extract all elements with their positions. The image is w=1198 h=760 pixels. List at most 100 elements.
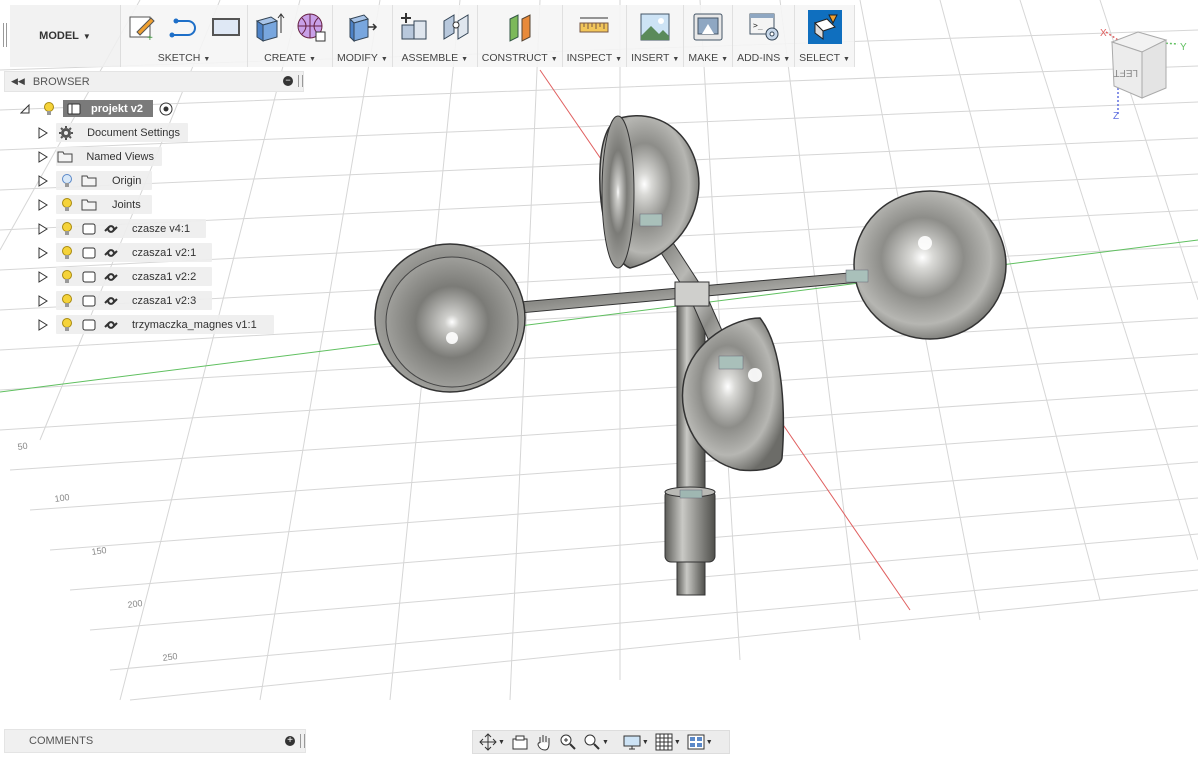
chevron-down-icon: ▼	[82, 31, 91, 41]
tree-row-czasza1-v2-3[interactable]: czasza1 v2:3	[38, 291, 212, 310]
expand-triangle-icon[interactable]	[38, 246, 48, 259]
minimize-icon[interactable]: −	[283, 76, 293, 86]
modify-menu[interactable]: MODIFY ▼	[337, 51, 388, 67]
list-item[interactable]: czasza1 v2:3	[56, 291, 212, 310]
look-at-button[interactable]	[509, 732, 531, 752]
expand-triangle-icon[interactable]	[38, 174, 48, 187]
expand-triangle-icon[interactable]	[38, 270, 48, 283]
list-item[interactable]: czasza1 v2:2	[56, 267, 212, 286]
add-ins-menu[interactable]: ADD-INS ▼	[737, 51, 790, 67]
toolbar-group-select: SELECT ▼	[795, 5, 855, 67]
toolbar-grip[interactable]	[0, 5, 10, 67]
viewcube-y-label: Y	[1180, 42, 1187, 53]
lightbulb-icon[interactable]	[56, 291, 78, 310]
display-settings-button[interactable]: ▼	[621, 732, 651, 752]
tree-row-trzymaczka-magnes-v1-1[interactable]: trzymaczka_magnes v1:1	[38, 315, 274, 334]
list-item[interactable]: trzymaczka_magnes v1:1	[56, 315, 274, 334]
toolbar-group-insert: INSERT ▼	[627, 5, 685, 67]
create-menu[interactable]: CREATE ▼	[264, 51, 316, 67]
rectangle-icon[interactable]	[209, 10, 243, 44]
new-component-icon[interactable]	[397, 10, 431, 44]
sketch-menu[interactable]: SKETCH ▼	[158, 51, 211, 67]
navigation-bar: ▼ ▼ ▼ ▼ ▼	[472, 730, 730, 754]
browser-title: BROWSER	[32, 75, 90, 88]
cup-right	[853, 190, 1007, 340]
expand-triangle-icon[interactable]	[38, 294, 48, 307]
expand-triangle-icon[interactable]	[38, 222, 48, 235]
viewcube[interactable]: LEFT X Y Z	[1098, 26, 1194, 122]
display-icon	[623, 735, 641, 750]
construct-menu[interactable]: CONSTRUCT ▼	[482, 51, 558, 67]
extrude-icon[interactable]	[252, 10, 286, 44]
expand-triangle-icon[interactable]	[38, 198, 48, 211]
insert-image-icon[interactable]	[638, 10, 672, 44]
expand-triangle-icon[interactable]	[38, 126, 48, 139]
list-item[interactable]: Joints	[56, 195, 152, 214]
lightbulb-icon[interactable]	[38, 99, 60, 118]
3d-print-icon[interactable]	[691, 10, 725, 44]
toolbar-group-construct: CONSTRUCT ▼	[477, 5, 563, 67]
orbit-button[interactable]: ▼	[477, 732, 507, 752]
select-icon[interactable]	[807, 10, 842, 44]
tree-root-row[interactable]: projekt v2	[20, 99, 177, 118]
grid-icon	[655, 733, 673, 751]
orbit-icon	[479, 733, 497, 751]
press-pull-icon[interactable]	[345, 10, 379, 44]
collapse-triangle-icon[interactable]	[20, 103, 30, 115]
assemble-menu[interactable]: ASSEMBLE ▼	[402, 51, 469, 67]
fit-button[interactable]: ▼	[581, 732, 611, 752]
grid-label-50: 50	[17, 441, 28, 452]
3d-viewport[interactable]: 50 100 150 200 250	[0, 0, 1198, 760]
list-item[interactable]: Origin	[56, 171, 152, 190]
insert-menu[interactable]: INSERT ▼	[631, 51, 679, 67]
scripts-addins-icon[interactable]: >_	[747, 10, 781, 44]
list-item[interactable]: czasze v4:1	[56, 219, 206, 238]
lightbulb-icon[interactable]	[56, 315, 78, 334]
viewports-button[interactable]: ▼	[685, 732, 715, 752]
list-item[interactable]: Document Settings	[56, 123, 188, 142]
list-item[interactable]: czasza1 v2:1	[56, 243, 212, 262]
inspect-menu[interactable]: INSPECT ▼	[567, 51, 622, 67]
folder-icon	[78, 195, 100, 214]
body-icon	[78, 243, 100, 262]
activate-radio-icon[interactable]	[155, 99, 177, 118]
offset-plane-icon[interactable]	[503, 10, 537, 44]
comments-panel[interactable]: COMMENTS +	[4, 729, 306, 753]
add-comment-icon[interactable]: +	[285, 736, 295, 746]
create-sketch-icon[interactable]: +	[125, 10, 159, 44]
toolbar-group-add-ins: >_ ADD-INS ▼	[733, 5, 796, 67]
measure-icon[interactable]	[577, 10, 611, 44]
form-icon[interactable]	[294, 10, 328, 44]
list-item[interactable]: Named Views	[56, 147, 162, 166]
panel-grip[interactable]	[298, 75, 303, 87]
panel-grip[interactable]	[300, 734, 305, 748]
select-menu[interactable]: SELECT ▼	[799, 51, 850, 67]
shaft-lower	[676, 559, 706, 596]
expand-triangle-icon[interactable]	[38, 318, 48, 331]
link-icon	[100, 219, 122, 238]
tree-row-czasze-v4-1[interactable]: czasze v4:1	[38, 219, 206, 238]
grid-settings-button[interactable]: ▼	[653, 732, 683, 752]
tree-row-czasza1-v2-1[interactable]: czasza1 v2:1	[38, 243, 212, 262]
lightbulb-off-icon[interactable]	[56, 171, 78, 190]
tree-row-czasza1-v2-2[interactable]: czasza1 v2:2	[38, 267, 212, 286]
tree-row-origin[interactable]: Origin	[38, 171, 152, 190]
expand-triangle-icon[interactable]	[38, 150, 48, 163]
folder-icon	[78, 171, 100, 190]
pan-button[interactable]	[533, 732, 555, 752]
lightbulb-icon[interactable]	[56, 219, 78, 238]
zoom-button[interactable]	[557, 732, 579, 752]
workspace-switcher[interactable]: MODEL ▼	[10, 5, 121, 67]
collapse-panel-icon[interactable]: ◀◀	[11, 76, 25, 87]
lightbulb-icon[interactable]	[56, 243, 78, 262]
tree-row-named-views[interactable]: Named Views	[38, 147, 162, 166]
svg-text:>_: >_	[753, 21, 763, 30]
lightbulb-icon[interactable]	[56, 267, 78, 286]
lightbulb-icon[interactable]	[56, 195, 78, 214]
tree-row-joints[interactable]: Joints	[38, 195, 152, 214]
tree-row-document-settings[interactable]: Document Settings	[38, 123, 188, 142]
make-menu[interactable]: MAKE ▼	[688, 51, 728, 67]
folder-icon	[56, 147, 74, 166]
joint-icon[interactable]	[439, 10, 473, 44]
line-icon[interactable]	[167, 10, 201, 44]
